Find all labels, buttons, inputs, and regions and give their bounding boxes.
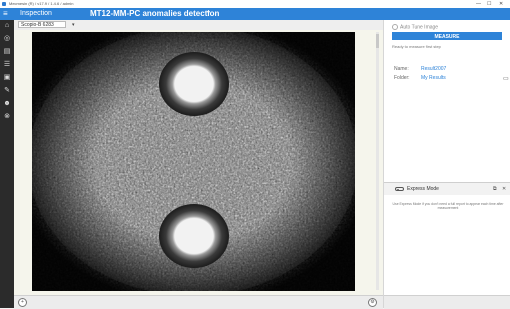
page-title: MT12-MM-PC anomalies detection	[90, 9, 220, 18]
folder-label: Folder:	[394, 75, 410, 81]
popout-icon[interactable]: ⧉	[493, 186, 497, 192]
measure-button[interactable]: MEASURE	[392, 32, 502, 40]
name-value[interactable]: Result2007	[421, 66, 446, 72]
image-viewer[interactable]	[14, 30, 383, 295]
home-icon[interactable]: ⌂	[3, 22, 11, 30]
chevron-down-icon[interactable]: ▾	[72, 21, 75, 29]
maximize-button[interactable]: ☐	[487, 1, 491, 7]
express-mode-bar: Express Mode ⧉ ✕	[384, 183, 510, 195]
app-header: ≡ Inspection MT12-MM-PC anomalies detect…	[0, 8, 510, 20]
app-icon	[2, 2, 6, 6]
list-icon[interactable]: ☰	[3, 61, 11, 69]
close-icon[interactable]: ✕	[502, 186, 506, 192]
viewer-toolbar: Scopio-B 6283 ▾	[14, 20, 383, 30]
lower-circle-feature	[159, 204, 229, 268]
upper-circle-feature	[159, 52, 229, 116]
wrench-icon[interactable]: ✎	[3, 87, 11, 95]
panel-bottom-bar	[384, 295, 510, 309]
settings-circle-icon[interactable]: ⚙	[368, 298, 377, 307]
scope-selector[interactable]: Scopio-B 6283	[18, 21, 66, 28]
status-text: Ready to measure first step	[392, 44, 441, 49]
folder-icon[interactable]: ▭	[503, 75, 509, 82]
toggle-knob	[397, 188, 399, 191]
minimize-button[interactable]: —	[476, 1, 481, 7]
close-button[interactable]: ✕	[499, 1, 503, 7]
users-icon[interactable]: ☻	[3, 100, 11, 108]
chevron-down-icon[interactable]: ▾	[207, 9, 210, 18]
viewer-bottom-bar: + ⚙	[14, 295, 383, 309]
express-mode-toggle[interactable]	[395, 187, 404, 191]
folder-value[interactable]: My Results	[421, 75, 446, 81]
microscope-image	[32, 32, 355, 291]
radio-icon[interactable]	[392, 24, 398, 30]
express-mode-description: Use Express Mode if you don't need a ful…	[392, 202, 504, 210]
viewer-scrollbar[interactable]	[376, 32, 379, 290]
section-title: Inspection	[20, 10, 52, 17]
express-mode-label: Express Mode	[407, 186, 439, 192]
image-gallery-icon[interactable]: ▣	[3, 74, 11, 82]
add-circle-icon[interactable]: +	[18, 298, 27, 307]
auto-tune-label: Auto Tune Image	[400, 24, 439, 31]
auto-tune-toggle[interactable]: Auto Tune Image	[392, 24, 438, 30]
hamburger-icon[interactable]: ≡	[3, 9, 8, 18]
book-icon[interactable]: ▤	[3, 48, 11, 56]
window-title: Mecmesin (R) / v17.9 / 1.4.6 / admin	[9, 1, 74, 6]
measure-panel: Auto Tune Image MEASURE Ready to measure…	[383, 20, 510, 309]
target-icon[interactable]: ◎	[3, 35, 11, 43]
close-circle-icon[interactable]: ⊗	[3, 113, 11, 121]
name-label: Name:	[394, 66, 409, 72]
scrollbar-thumb[interactable]	[376, 34, 379, 48]
left-nav: ⌂ ◎ ▤ ☰ ▣ ✎ ☻ ⊗	[0, 20, 14, 308]
